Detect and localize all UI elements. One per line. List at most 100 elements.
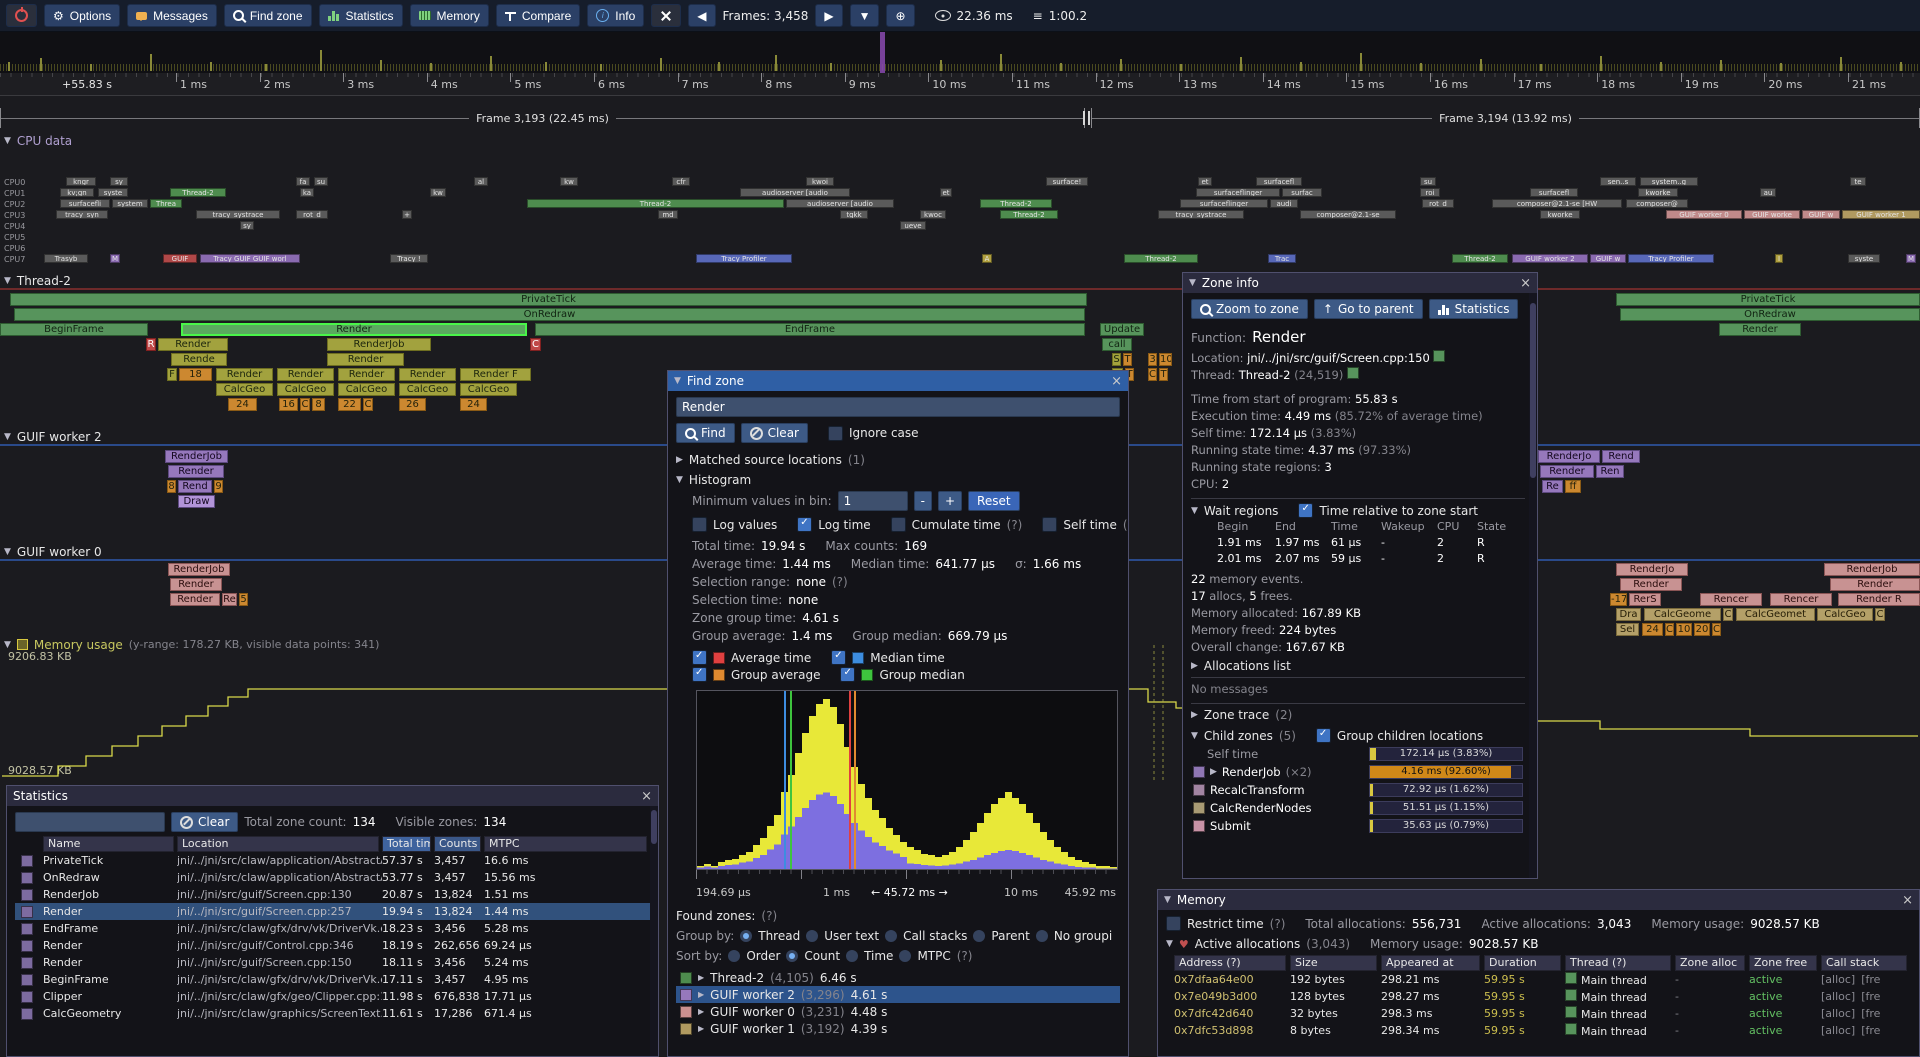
cpu-zone[interactable]: Tracy ! [390,254,428,263]
scrollbar-thumb[interactable] [1530,303,1536,478]
close-icon[interactable]: × [1111,375,1122,388]
timeline-zone[interactable]: Render [181,323,527,336]
timeline-zone[interactable]: Render [1540,465,1594,478]
statistics-row[interactable]: Renderjni/../jni/src/guif/Screen.cpp:257… [15,903,650,920]
expand-icon[interactable]: ▶ [698,1024,704,1033]
restrict-time-checkbox[interactable] [1166,916,1181,931]
cpu-zone[interactable]: tracy_syn [56,210,108,219]
cpu-zone[interactable]: system..g [1640,177,1698,186]
child-zones-header[interactable]: ▼ Child zones (5) Group children locatio… [1191,728,1525,743]
timeline-zone[interactable]: Draw [178,495,215,508]
timeline-zone[interactable]: Render [170,578,222,591]
cpu-zone[interactable]: et [1198,177,1212,186]
cpu-zone[interactable]: Trac [1268,254,1296,263]
statistics-row[interactable]: Clipperjni/../jni/src/claw/gfx/geo/Clipp… [15,988,650,1005]
memory-button[interactable]: Memory [410,4,489,27]
statistics-row[interactable]: PrivateTickjni/../jni/src/claw/applicati… [15,852,650,869]
callstack-free-link[interactable]: [fre [1861,973,1880,986]
timeline-zone[interactable]: C [1148,368,1157,381]
cpu-zone[interactable]: te [1850,177,1866,186]
tools-button[interactable] [651,4,681,27]
expand-icon[interactable]: ▶ [1210,767,1217,777]
timeline-zone[interactable]: 24 [460,398,487,411]
cpu-zone[interactable]: M [1906,254,1916,263]
timeline-zone[interactable]: 20 [1694,623,1710,636]
cpu-zone[interactable]: surface! [1046,177,1088,186]
timeline-zone[interactable]: Ren [1596,465,1624,478]
column-header-call-stack[interactable]: Call stack [1821,955,1907,971]
timeline-zone[interactable]: CalcGeo [399,383,456,396]
timeline-zone[interactable]: 22 [338,398,361,411]
collapse-icon[interactable]: ▼ [4,432,11,442]
cpu-zone[interactable]: syste [1848,254,1880,263]
timeline-zone[interactable]: call [1102,338,1132,351]
memory-titlebar[interactable]: ▼ Memory × [1158,890,1919,910]
timeline-zone[interactable]: CalcGeo [460,383,517,396]
child-zone-row[interactable]: RecalcTransform72.92 µs (1.62%) [1191,781,1525,799]
group-by-radio-no-groupi[interactable] [1036,930,1048,942]
cpu-zone[interactable]: I [1775,254,1783,263]
scrollbar[interactable] [1529,293,1537,878]
timeline-zone[interactable]: Rende [171,353,227,366]
find-button[interactable]: Find [676,423,735,443]
time-relative-checkbox[interactable] [1298,503,1313,518]
timeline-zone[interactable]: 5 [239,593,248,606]
timeline-zone[interactable]: R [146,338,156,351]
expand-icon[interactable]: ▶ [698,990,704,999]
timeline-zone[interactable]: RenderJob [1824,563,1920,576]
cumulate-time-checkbox[interactable] [891,517,906,532]
prev-frame-button[interactable]: ◀ [688,4,715,27]
cpu-zone[interactable]: Thread-2 [170,188,226,197]
cpu-zone[interactable]: rot_d [296,210,328,219]
cpu-zone[interactable]: composer@2.1-se [HW [1492,199,1622,208]
callstack-alloc-link[interactable]: [alloc] [1821,973,1855,986]
column-header-mtpc[interactable]: MTPC [484,836,647,852]
find-zone-search-input[interactable] [676,397,1120,417]
cpu-zone[interactable]: surfaceflinger [1196,188,1280,197]
column-header-counts[interactable]: Counts [434,836,481,852]
cpu-zone[interactable]: kwoc [920,210,946,219]
timeline-zone[interactable]: 24 [1642,623,1663,636]
zone-thread[interactable]: Thread: Thread-2 (24,519) [1191,367,1525,384]
cpu-zone[interactable]: su [314,177,328,186]
statistics-row[interactable]: Renderjni/../jni/src/guif/Control.cpp:34… [15,937,650,954]
cpu-zone[interactable]: surfaceflinger [1180,199,1268,208]
scrollbar-thumb[interactable] [651,810,657,844]
timeline-zone[interactable]: RenderJob [165,450,228,463]
cpu-zone[interactable]: kworke [1638,188,1678,197]
allocation-row[interactable]: 0x7dfc42d64032 bytes298.3 ms59.95 sMain … [1166,1005,1911,1022]
timeline-zone[interactable]: RenderJob [168,563,230,576]
timeline-zone[interactable]: C [1875,608,1885,621]
sort-by-radio-count[interactable] [786,950,798,962]
collapse-icon[interactable]: ▼ [676,475,683,485]
timeline-zone[interactable]: RenderJo [1538,450,1600,463]
cpu-zone[interactable]: au [1760,188,1776,197]
statistics-row[interactable]: CalcGeometryjni/../jni/src/claw/graphics… [15,1005,650,1022]
cpu-zone[interactable]: sen..s [1600,177,1636,186]
timeline-zone[interactable]: CalcGeo [338,383,395,396]
timeline-zone[interactable]: Re [222,593,237,606]
timeline-zone[interactable]: C [300,398,310,411]
timeline-zone[interactable]: 16 [279,398,298,411]
timeline-zone[interactable]: 9 [214,480,223,493]
timeline-zone[interactable]: Render [399,368,456,381]
timeline-zone[interactable]: C [530,338,541,351]
collapse-icon[interactable]: ▼ [4,136,11,146]
timeline-zone[interactable]: 3 [1148,353,1157,366]
timeline-zone[interactable]: 26 [399,398,426,411]
cpu-zone[interactable]: GUIF w [1590,254,1626,263]
timeline-zone[interactable]: Rend [178,480,212,493]
cpu-zone[interactable]: GUIF worke [1744,210,1800,219]
column-header-total-tim[interactable]: Total tim [382,836,431,852]
expand-icon[interactable]: ▶ [676,455,683,465]
cpu-zone[interactable]: Tracy Profiler [696,254,792,263]
filter-zones-input[interactable] [15,812,165,832]
cpu-zone[interactable]: Thread-2 [1124,254,1198,263]
expand-icon[interactable]: ▶ [1191,710,1198,720]
cpu-zone[interactable]: audioserver [audio [786,199,894,208]
statistics-row[interactable]: RenderJobjni/../jni/src/guif/Screen.cpp:… [15,886,650,903]
timeline-zone[interactable]: BeginFrame [0,323,148,336]
goto-frame-button[interactable]: ⊕ [886,4,914,27]
collapse-icon[interactable]: ▼ [4,547,11,557]
column-header-name[interactable]: Name [43,836,174,852]
